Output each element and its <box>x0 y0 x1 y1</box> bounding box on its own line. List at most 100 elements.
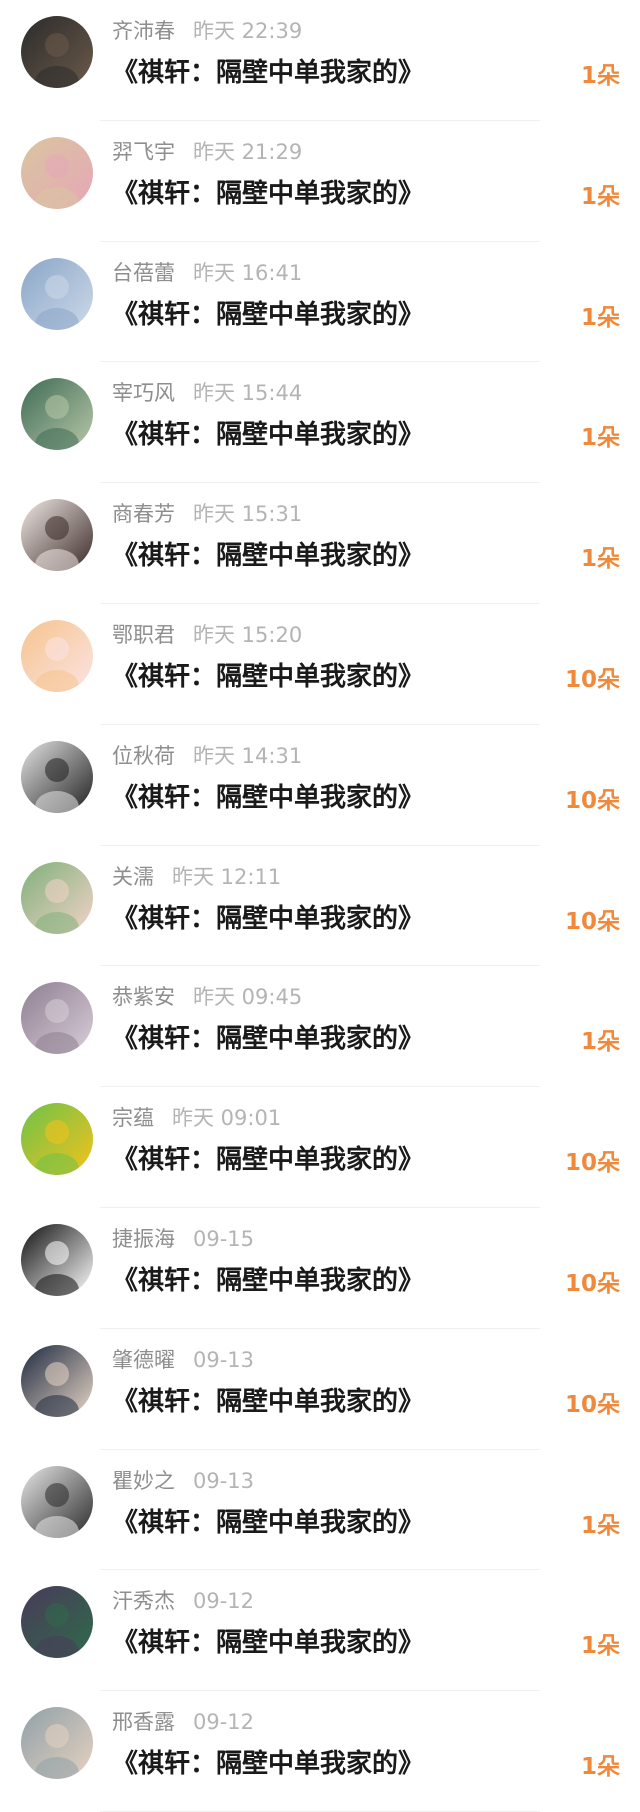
work-title[interactable]: 《祺轩：隔壁中单我家的》 <box>112 1384 424 1420</box>
list-item[interactable]: 台蓓蕾 昨天 16:41 《祺轩：隔壁中单我家的》 1朵 <box>0 242 640 363</box>
list-item[interactable]: 肇德曜 09-13 《祺轩：隔壁中单我家的》 10朵 <box>0 1329 640 1450</box>
work-title[interactable]: 《祺轩：隔壁中单我家的》 <box>112 176 424 212</box>
user-name[interactable]: 台蓓蕾 <box>112 261 175 285</box>
work-title[interactable]: 《祺轩：隔壁中单我家的》 <box>112 1746 424 1782</box>
list-item[interactable]: 关濡 昨天 12:11 《祺轩：隔壁中单我家的》 10朵 <box>0 846 640 967</box>
work-title[interactable]: 《祺轩：隔壁中单我家的》 <box>112 55 424 91</box>
list-item[interactable]: 邢香露 09-12 《祺轩：隔壁中单我家的》 1朵 <box>0 1691 640 1812</box>
timestamp: 09-13 <box>193 1347 255 1372</box>
timestamp: 09-15 <box>193 1226 255 1251</box>
list-item[interactable]: 瞿妙之 09-13 《祺轩：隔壁中单我家的》 1朵 <box>0 1450 640 1571</box>
work-title[interactable]: 《祺轩：隔壁中单我家的》 <box>112 1263 424 1299</box>
man-portrait-dark-icon <box>21 16 93 88</box>
work-title[interactable]: 《祺轩：隔壁中单我家的》 <box>112 417 424 453</box>
list-item[interactable]: 鄂职君 昨天 15:20 《祺轩：隔壁中单我家的》 10朵 <box>0 604 640 725</box>
flower-count: 10朵 <box>564 787 620 814</box>
user-meta: 齐沛春 昨天 22:39 <box>112 16 302 46</box>
man-portrait-bw-icon <box>21 740 93 813</box>
user-meta: 关濡 昨天 12:11 <box>112 862 281 892</box>
flower-count: 1朵 <box>580 304 620 331</box>
user-name[interactable]: 邢香露 <box>112 1710 175 1734</box>
list-item[interactable]: 齐沛春 昨天 22:39 《祺轩：隔壁中单我家的》 1朵 <box>0 0 640 121</box>
timestamp: 昨天 14:31 <box>193 743 303 768</box>
timestamp: 昨天 15:20 <box>193 622 303 647</box>
list-item[interactable]: 恭紫安 昨天 09:45 《祺轩：隔壁中单我家的》 1朵 <box>0 966 640 1088</box>
timestamp: 昨天 15:31 <box>193 502 303 527</box>
avatar[interactable] <box>21 1344 93 1417</box>
user-name[interactable]: 羿飞宇 <box>112 140 175 164</box>
anime-girl-icon <box>21 619 93 692</box>
avatar[interactable] <box>21 499 93 572</box>
flower-count: 1朵 <box>580 1512 620 1539</box>
list-item[interactable]: 捷振海 09-15 《祺轩：隔壁中单我家的》 10朵 <box>0 1208 640 1329</box>
list-item[interactable]: 宗蕴 昨天 09:01 《祺轩：隔壁中单我家的》 10朵 <box>0 1087 640 1208</box>
avatar[interactable] <box>21 619 93 692</box>
list-item[interactable]: 羿飞宇 昨天 21:29 《祺轩：隔壁中单我家的》 1朵 <box>0 121 640 242</box>
avatar[interactable] <box>21 740 93 813</box>
work-title[interactable]: 《祺轩：隔壁中单我家的》 <box>112 297 424 333</box>
user-name[interactable]: 关濡 <box>112 865 154 889</box>
user-meta: 宰巧风 昨天 15:44 <box>112 378 302 408</box>
list-item[interactable]: 商春芳 昨天 15:31 《祺轩：隔壁中单我家的》 1朵 <box>0 483 640 604</box>
user-name[interactable]: 恭紫安 <box>112 985 175 1009</box>
cartoon-cat-icon <box>21 1103 93 1176</box>
user-name[interactable]: 瞿妙之 <box>112 1469 175 1493</box>
avatar[interactable] <box>21 1223 93 1296</box>
user-meta: 邢香露 09-12 <box>112 1707 254 1737</box>
flower-count: 10朵 <box>564 1391 620 1418</box>
user-name[interactable]: 商春芳 <box>112 502 175 526</box>
work-title[interactable]: 《祺轩：隔壁中单我家的》 <box>112 901 424 937</box>
timestamp: 昨天 22:39 <box>193 19 303 43</box>
avatar[interactable] <box>21 861 93 934</box>
user-meta: 捷振海 09-15 <box>112 1224 254 1254</box>
list-item[interactable]: 汗秀杰 09-12 《祺轩：隔壁中单我家的》 1朵 <box>0 1570 640 1692</box>
man-suit-icon <box>21 1344 93 1417</box>
user-name[interactable]: 宗蕴 <box>112 1106 154 1130</box>
user-meta: 恭紫安 昨天 09:45 <box>112 982 302 1012</box>
avatar[interactable] <box>21 378 93 451</box>
flower-count: 1朵 <box>580 1754 620 1781</box>
work-title[interactable]: 《祺轩：隔壁中单我家的》 <box>112 659 424 695</box>
user-name[interactable]: 宰巧风 <box>112 381 175 405</box>
panda-icon <box>21 1223 93 1296</box>
avatar[interactable] <box>21 136 93 209</box>
child-selfie-icon <box>21 1707 93 1780</box>
flower-count: 1朵 <box>580 425 620 452</box>
user-name[interactable]: 位秋荷 <box>112 744 175 768</box>
user-name[interactable]: 鄂职君 <box>112 623 175 647</box>
user-name[interactable]: 汗秀杰 <box>112 1589 175 1613</box>
avatar[interactable] <box>21 1586 93 1659</box>
timestamp: 09-13 <box>193 1468 255 1493</box>
sky-clouds-photo-icon <box>21 257 93 330</box>
user-name[interactable]: 捷振海 <box>112 1227 175 1251</box>
timestamp: 09-12 <box>193 1710 255 1735</box>
work-title[interactable]: 《祺轩：隔壁中单我家的》 <box>112 1505 424 1541</box>
flower-count: 1朵 <box>580 63 620 89</box>
user-meta: 台蓓蕾 昨天 16:41 <box>112 258 302 288</box>
user-name[interactable]: 齐沛春 <box>112 19 175 43</box>
timestamp: 09-12 <box>193 1589 255 1614</box>
user-name[interactable]: 肇德曜 <box>112 1348 175 1372</box>
work-title[interactable]: 《祺轩：隔壁中单我家的》 <box>112 1142 424 1178</box>
avatar[interactable] <box>21 982 93 1055</box>
work-title[interactable]: 《祺轩：隔壁中单我家的》 <box>112 538 424 574</box>
flower-count: 10朵 <box>564 666 620 693</box>
list-item[interactable]: 位秋荷 昨天 14:31 《祺轩：隔壁中单我家的》 10朵 <box>0 725 640 846</box>
timestamp: 昨天 09:45 <box>193 985 303 1010</box>
avatar[interactable] <box>21 1707 93 1780</box>
avatar[interactable] <box>21 257 93 330</box>
timestamp: 昨天 12:11 <box>172 864 282 889</box>
work-title[interactable]: 《祺轩：隔壁中单我家的》 <box>112 1625 424 1661</box>
flower-count: 1朵 <box>580 1633 620 1660</box>
timestamp: 昨天 16:41 <box>193 260 303 285</box>
flower-count: 1朵 <box>580 1029 620 1056</box>
avatar[interactable] <box>21 1103 93 1176</box>
avatar[interactable] <box>21 1465 93 1538</box>
work-title[interactable]: 《祺轩：隔壁中单我家的》 <box>112 780 424 816</box>
timestamp: 昨天 21:29 <box>193 139 303 164</box>
user-meta: 肇德曜 09-13 <box>112 1345 254 1375</box>
avatar[interactable] <box>21 16 93 88</box>
user-meta: 位秋荷 昨天 14:31 <box>112 741 302 771</box>
work-title[interactable]: 《祺轩：隔壁中单我家的》 <box>112 1021 424 1057</box>
list-item[interactable]: 宰巧风 昨天 15:44 《祺轩：隔壁中单我家的》 1朵 <box>0 362 640 484</box>
